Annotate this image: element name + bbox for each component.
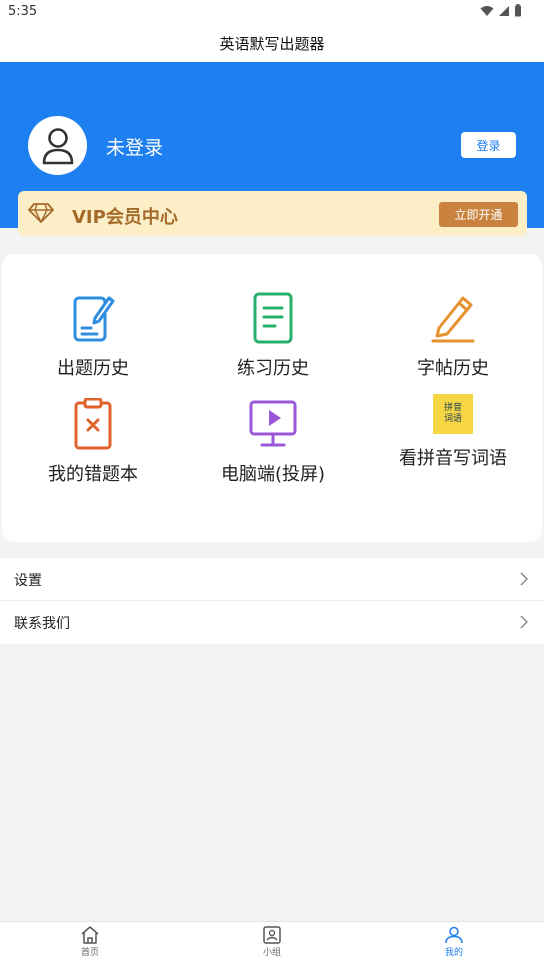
tab-label: 小组 (262, 948, 281, 958)
diamond-icon (28, 203, 54, 223)
feature-pinyin-words[interactable]: 拼音 词语 看拼音写词语 (373, 394, 533, 470)
tab-label: 首页 (80, 948, 99, 958)
features-card: 出题历史 练习历史 字帖历史 我的错题本 电脑端(投屏) 拼音 词语 看拼音写词… (2, 254, 542, 542)
feature-label: 我的错题本 (48, 464, 138, 485)
feature-label: 电脑端(投屏) (220, 464, 326, 485)
status-bar: 5:35 (0, 0, 544, 24)
monitor-play-icon (249, 400, 297, 447)
wifi-icon (480, 5, 494, 16)
bottom-tab-bar: 首页 小组 我的 (0, 921, 544, 967)
tab-group[interactable]: 小组 (232, 926, 312, 958)
document-edit-icon (73, 296, 115, 342)
user-icon (42, 127, 73, 164)
username[interactable]: 未登录 (106, 133, 163, 160)
feature-mistake-book[interactable]: 我的错题本 (13, 398, 173, 486)
menu-list: 设置 联系我们 (0, 558, 544, 644)
badge-line: 词语 (443, 414, 462, 424)
vip-subscribe-button[interactable]: 立即开通 (439, 202, 518, 227)
app-title: 英语默写出题器 (219, 35, 325, 53)
battery-icon (515, 4, 521, 17)
chevron-right-icon (520, 615, 528, 629)
profile-icon (445, 926, 463, 944)
vip-title: VIP会员中心 (72, 207, 178, 228)
avatar[interactable] (28, 116, 87, 175)
feature-question-history[interactable]: 出题历史 (13, 292, 173, 380)
login-button[interactable]: 登录 (461, 132, 516, 158)
home-icon (81, 926, 99, 944)
title-bar: 英语默写出题器 (0, 24, 544, 62)
menu-label: 联系我们 (14, 616, 70, 632)
tab-label: 我的 (444, 948, 463, 958)
signal-icon (499, 5, 509, 16)
clipboard-x-icon (74, 398, 112, 450)
tab-mine[interactable]: 我的 (414, 926, 494, 958)
feature-label: 字帖历史 (417, 358, 489, 379)
feature-copybook-history[interactable]: 字帖历史 (373, 292, 533, 380)
feature-label: 出题历史 (57, 358, 129, 379)
chevron-right-icon (520, 572, 528, 586)
feature-pc-cast[interactable]: 电脑端(投屏) (193, 398, 353, 486)
feature-label: 看拼音写词语 (399, 448, 507, 469)
tab-home[interactable]: 首页 (50, 926, 130, 958)
group-icon (263, 926, 281, 944)
pinyin-badge-icon: 拼音 词语 (433, 394, 473, 434)
vip-banner[interactable]: VIP会员中心 立即开通 (18, 191, 527, 236)
menu-item-settings[interactable]: 设置 (0, 558, 544, 601)
feature-label: 练习历史 (237, 358, 309, 379)
pencil-icon (431, 296, 475, 343)
status-icons (480, 4, 522, 17)
document-list-icon (253, 292, 293, 344)
feature-practice-history[interactable]: 练习历史 (193, 292, 353, 380)
badge-line: 拼音 (443, 403, 462, 413)
menu-label: 设置 (14, 573, 42, 589)
menu-item-contact-us[interactable]: 联系我们 (0, 601, 544, 644)
status-time: 5:35 (8, 4, 38, 19)
